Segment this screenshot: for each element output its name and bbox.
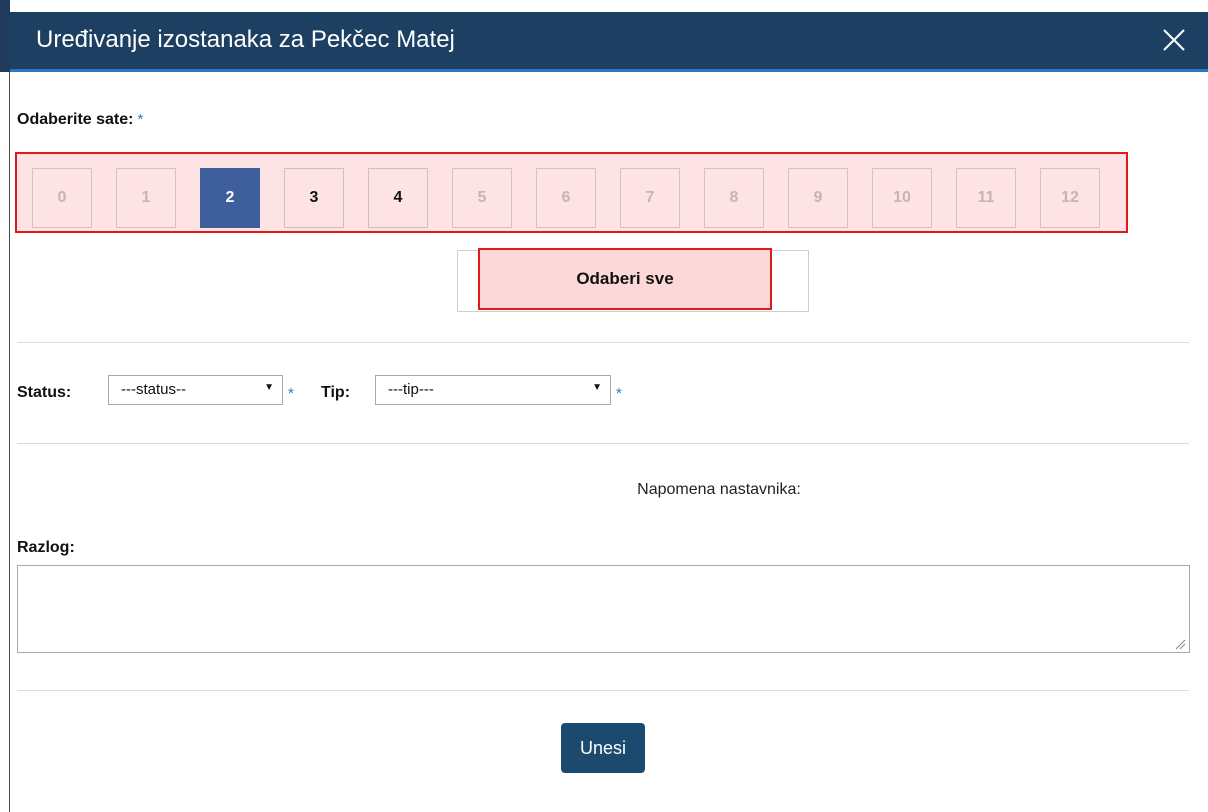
modal-title: Uređivanje izostanaka za Pekčec Matej <box>36 26 455 53</box>
hour-button[interactable]: 11 <box>956 168 1016 228</box>
status-label: Status: <box>17 384 72 401</box>
tip-label: Tip: <box>321 384 351 401</box>
modal-header: Uređivanje izostanaka za Pekčec Matej <box>10 12 1208 72</box>
background-header-edge <box>0 0 10 72</box>
status-select[interactable]: ---status-- ▼ <box>108 375 283 405</box>
hours-label-text: Odaberite sate: <box>17 111 134 128</box>
close-icon[interactable] <box>1160 26 1188 54</box>
divider <box>17 342 1189 343</box>
hour-button[interactable]: 0 <box>32 168 92 228</box>
dropdown-arrow-icon: ▼ <box>592 382 602 393</box>
hour-button[interactable]: 3 <box>284 168 344 228</box>
hour-button[interactable]: 10 <box>872 168 932 228</box>
status-select-value: ---status-- <box>121 381 186 398</box>
hours-selector: 0 1 2 3 4 5 6 7 8 9 10 11 12 <box>15 152 1128 233</box>
hour-button[interactable]: 12 <box>1040 168 1100 228</box>
reason-textarea[interactable] <box>17 565 1190 653</box>
required-star-icon: * <box>616 385 622 402</box>
tip-select-value: ---tip--- <box>388 381 434 398</box>
divider <box>17 690 1189 691</box>
hour-button[interactable]: 9 <box>788 168 848 228</box>
hour-button[interactable]: 8 <box>704 168 764 228</box>
select-all-button[interactable]: Odaberi sve <box>478 248 772 310</box>
hour-button[interactable]: 7 <box>620 168 680 228</box>
background-page-edge <box>0 0 10 812</box>
divider <box>17 443 1189 444</box>
hour-button[interactable]: 5 <box>452 168 512 228</box>
resize-handle-icon[interactable] <box>1172 636 1186 650</box>
required-star-icon: * <box>137 111 144 128</box>
hour-button[interactable]: 4 <box>368 168 428 228</box>
edit-absences-modal: Uređivanje izostanaka za Pekčec Matej <box>10 12 1208 812</box>
dropdown-arrow-icon: ▼ <box>264 382 274 393</box>
reason-label: Razlog: <box>17 539 75 556</box>
hours-label: Odaberite sate: * <box>17 111 143 129</box>
teacher-note-label: Napomena nastavnika: <box>637 481 801 498</box>
hour-button[interactable]: 1 <box>116 168 176 228</box>
required-star-icon: * <box>288 385 294 402</box>
hour-button[interactable]: 2 <box>200 168 260 228</box>
submit-button[interactable]: Unesi <box>561 723 645 773</box>
hour-button[interactable]: 6 <box>536 168 596 228</box>
tip-select[interactable]: ---tip--- ▼ <box>375 375 611 405</box>
